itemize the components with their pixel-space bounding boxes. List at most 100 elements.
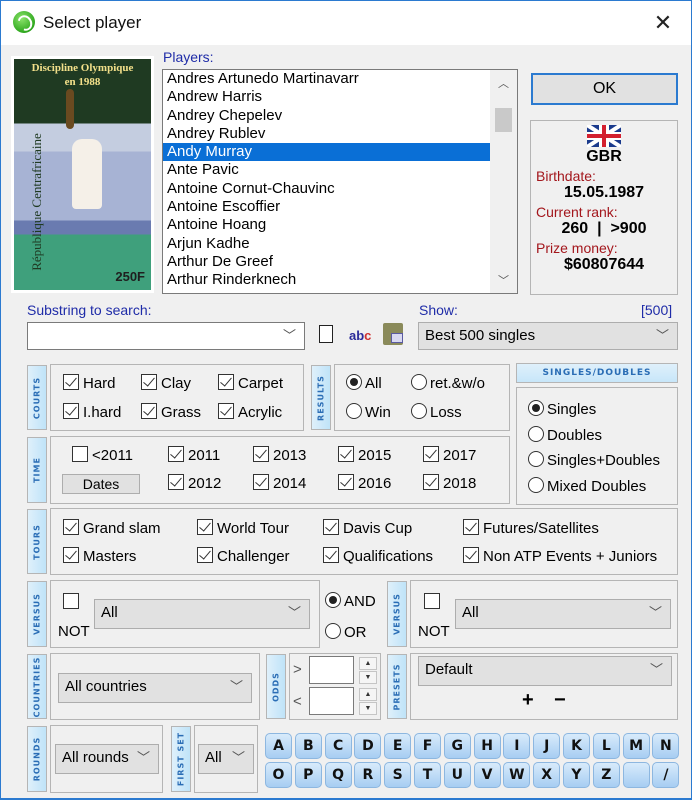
letter-button[interactable]: S <box>384 762 412 788</box>
ok-button[interactable]: OK <box>531 73 678 105</box>
radio-or[interactable]: OR <box>325 623 367 641</box>
checkbox-box[interactable] <box>141 403 157 419</box>
checkbox-box[interactable] <box>218 403 234 419</box>
checkbox-box[interactable] <box>218 374 234 390</box>
checkbox-before-2011[interactable]: <2011 <box>72 446 133 464</box>
player-list-item[interactable]: Andy Murray <box>163 143 490 162</box>
letter-button[interactable]: Z <box>592 762 620 788</box>
radio-dot[interactable] <box>411 403 427 419</box>
letter-button[interactable]: K <box>563 733 590 759</box>
letter-button[interactable]: L <box>592 733 620 759</box>
countries-select[interactable]: All countries ﹀ <box>58 673 252 703</box>
rounds-select[interactable]: All rounds ﹀ <box>55 744 159 774</box>
radio-singles[interactable]: Singles <box>528 400 596 418</box>
odds-less-input[interactable] <box>309 687 354 715</box>
player-list-item[interactable]: Andrey Rublev <box>163 125 490 143</box>
checkbox-box[interactable] <box>63 519 79 535</box>
player-list-item[interactable]: Arthur De Greef <box>163 253 490 271</box>
odds-greater-down-icon[interactable]: ▼ <box>359 671 377 684</box>
checkbox-court-ihard[interactable]: I.hard <box>63 403 121 421</box>
checkbox-court-clay[interactable]: Clay <box>141 374 191 392</box>
letter-button[interactable]: M <box>622 733 650 759</box>
checkbox-year-2012[interactable]: 2012 <box>168 474 221 492</box>
letter-button[interactable]: O <box>265 762 292 788</box>
letter-button[interactable]: U <box>443 762 471 788</box>
radio-result-win[interactable]: Win <box>346 403 391 421</box>
players-scrollbar[interactable]: ︿ ﹀ <box>490 70 517 293</box>
checkbox-year-2014[interactable]: 2014 <box>253 474 306 492</box>
player-list-item[interactable]: Antoine Escoffier <box>163 198 490 216</box>
player-list-item[interactable]: Arjun Kadhe <box>163 235 490 253</box>
checkbox-box[interactable] <box>63 403 79 419</box>
checkbox-court-hard[interactable]: Hard <box>63 374 116 392</box>
letter-button[interactable]: B <box>294 733 322 759</box>
checkbox-tour-masters[interactable]: Masters <box>63 547 136 565</box>
first-set-select[interactable]: All ﹀ <box>198 744 254 774</box>
letter-button[interactable]: N <box>652 733 680 759</box>
radio-result-retwo[interactable]: ret.&w/o <box>411 374 485 392</box>
versus-left-not-checkbox[interactable] <box>63 593 83 611</box>
letter-button[interactable]: G <box>443 733 471 759</box>
checkbox-box[interactable] <box>253 474 269 490</box>
letter-button[interactable]: I <box>503 733 531 759</box>
scroll-up-icon[interactable]: ︿ <box>490 74 517 94</box>
search-input[interactable]: ﹀ <box>27 322 305 350</box>
close-button[interactable]: ✕ <box>645 7 681 39</box>
radio-dot[interactable] <box>411 374 427 390</box>
letter-button[interactable]: H <box>473 733 501 759</box>
letter-button[interactable]: J <box>533 733 561 759</box>
radio-dot[interactable] <box>346 374 362 390</box>
letter-button[interactable] <box>622 762 650 788</box>
checkbox-tour-challenger[interactable]: Challenger <box>197 547 290 565</box>
checkbox-box[interactable] <box>168 474 184 490</box>
scroll-thumb[interactable] <box>495 108 512 132</box>
letter-button[interactable]: R <box>354 762 382 788</box>
spellcheck-abc-icon[interactable]: abc <box>349 328 371 343</box>
new-document-icon[interactable] <box>319 325 333 343</box>
checkbox-tour-grand-slam[interactable]: Grand slam <box>63 519 161 537</box>
checkbox-box[interactable] <box>338 446 354 462</box>
player-list-item[interactable]: Andrew Harris <box>163 88 490 106</box>
checkbox-box[interactable] <box>423 446 439 462</box>
letter-button[interactable]: Y <box>563 762 590 788</box>
odds-less-down-icon[interactable]: ▼ <box>359 702 377 715</box>
players-listbox[interactable]: Andres Artunedo Martinavarr Andrew Harris… <box>162 69 518 294</box>
paste-clipboard-icon[interactable] <box>383 323 403 345</box>
letter-button[interactable]: W <box>503 762 531 788</box>
versus-right-select[interactable]: All ﹀ <box>455 599 671 629</box>
radio-dot[interactable] <box>346 403 362 419</box>
checkbox-year-2016[interactable]: 2016 <box>338 474 391 492</box>
player-list-item[interactable]: Antoine Hoang <box>163 216 490 234</box>
checkbox-box[interactable] <box>168 446 184 462</box>
radio-doubles[interactable]: Doubles <box>528 425 602 444</box>
checkbox-tour-qualifications[interactable]: Qualifications <box>323 547 433 565</box>
checkbox-box[interactable] <box>197 547 213 563</box>
checkbox-box[interactable] <box>338 474 354 490</box>
checkbox-box[interactable] <box>423 474 439 490</box>
letter-button[interactable]: F <box>414 733 441 759</box>
checkbox-court-acrylic[interactable]: Acrylic <box>218 403 282 421</box>
radio-dot[interactable] <box>528 425 544 442</box>
radio-result-loss[interactable]: Loss <box>411 403 462 421</box>
player-list-item[interactable]: Andres Artunedo Martinavarr <box>163 70 490 88</box>
letter-button[interactable]: V <box>473 762 501 788</box>
letter-button[interactable]: / <box>652 762 680 788</box>
checkbox-court-grass[interactable]: Grass <box>141 403 201 421</box>
add-preset-button[interactable]: + <box>522 689 534 712</box>
presets-select[interactable]: Default ﹀ <box>418 656 672 686</box>
letter-button[interactable]: A <box>265 733 292 759</box>
checkbox-tour-davis-cup[interactable]: Davis Cup <box>323 519 412 537</box>
checkbox-year-2018[interactable]: 2018 <box>423 474 476 492</box>
letter-button[interactable]: C <box>324 733 352 759</box>
radio-dot[interactable] <box>528 400 544 416</box>
letter-button[interactable]: X <box>533 762 561 788</box>
letter-button[interactable]: P <box>294 762 322 788</box>
player-list-item[interactable]: Antoine Cornut-Chauvinc <box>163 180 490 198</box>
scroll-down-icon[interactable]: ﹀ <box>490 271 517 291</box>
checkbox-box[interactable] <box>197 519 213 535</box>
checkbox-box[interactable] <box>323 547 339 563</box>
checkbox-box[interactable] <box>253 446 269 462</box>
odds-greater-up-icon[interactable]: ▲ <box>359 657 377 670</box>
checkbox-tour-non-atp-events-juniors[interactable]: Non ATP Events + Juniors <box>463 547 657 565</box>
odds-less-up-icon[interactable]: ▲ <box>359 688 377 701</box>
